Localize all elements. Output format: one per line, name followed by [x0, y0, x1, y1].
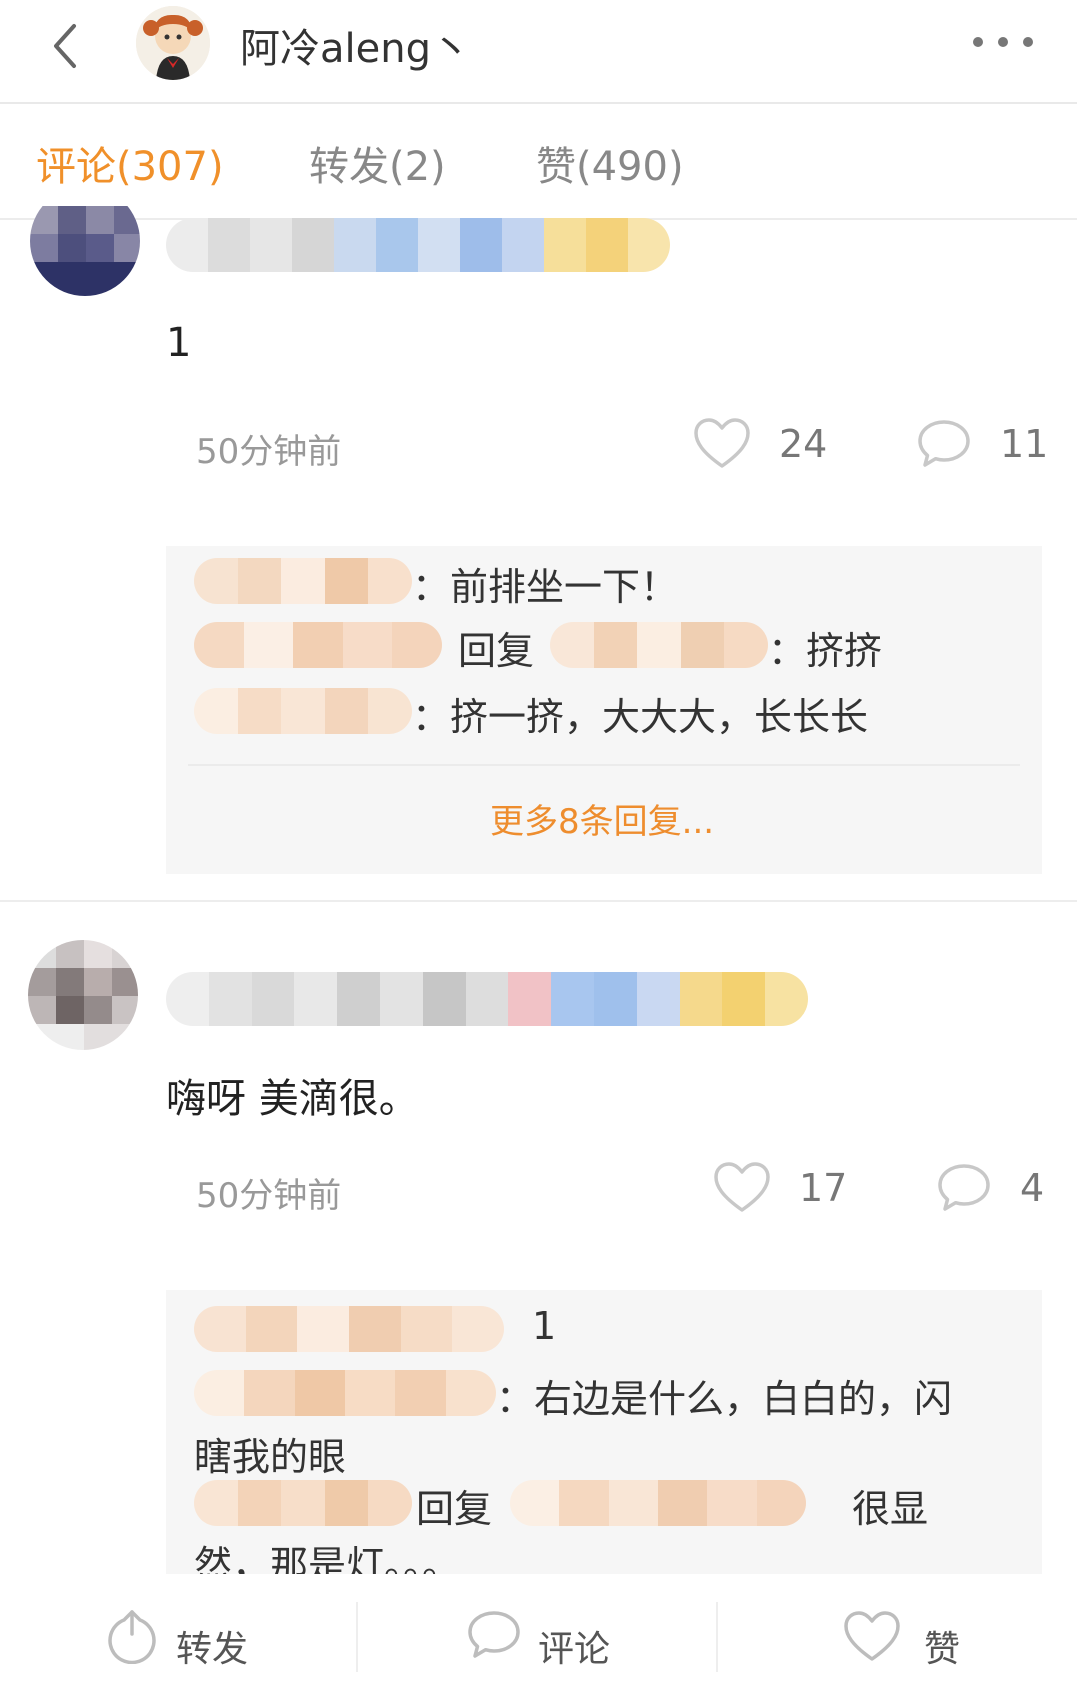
reply-target-blurred[interactable]	[510, 1480, 806, 1526]
comment-text: 嗨呀 美滴很。	[166, 1076, 419, 1122]
comment-button[interactable]: 评论	[466, 1608, 626, 1670]
tab-comments[interactable]: 评论(307)	[36, 134, 224, 192]
reply-username-blurred[interactable]	[194, 558, 412, 604]
reply-count: 4	[1020, 1166, 1045, 1210]
reply-username-blurred[interactable]	[194, 1370, 496, 1416]
comment-time: 50分钟前	[196, 432, 342, 472]
tab-reposts[interactable]: 转发(2)	[309, 134, 446, 192]
reply-divider	[188, 764, 1020, 766]
like-button[interactable]: 赞	[842, 1608, 982, 1670]
more-options-icon[interactable]	[970, 30, 1036, 54]
reply-username-blurred[interactable]	[194, 688, 412, 734]
reply-keyword: 回复	[458, 629, 535, 673]
reply-preview-box[interactable]: ：前排坐一下！ 回复 ：挤挤 ：挤一挤，大大大，长长长 更多8条回复...	[166, 546, 1042, 874]
repost-label: 转发	[176, 1629, 249, 1670]
user-avatar[interactable]	[136, 6, 210, 80]
heart-icon[interactable]	[692, 416, 752, 474]
tab-bar: 评论(307) 转发(2) 赞(490)	[0, 106, 1077, 220]
heart-icon[interactable]	[712, 1160, 772, 1218]
username-blurred[interactable]	[166, 218, 670, 272]
reply-username-blurred[interactable]	[194, 622, 442, 668]
repost-icon	[108, 1610, 156, 1664]
username-blurred[interactable]	[166, 972, 808, 1026]
comment-bubble-icon[interactable]	[936, 1162, 992, 1218]
top-bar: 阿冷aleng丶	[0, 0, 1077, 104]
reply-text: ：挤一挤，大大大，长长长	[412, 695, 869, 739]
like-heart-icon	[844, 1611, 900, 1661]
like-label: 赞	[924, 1629, 961, 1670]
repost-button[interactable]: 转发	[104, 1608, 264, 1670]
comment-label: 评论	[538, 1629, 611, 1670]
reply-text: 1	[532, 1304, 557, 1348]
bottom-action-bar: 转发 评论 赞	[0, 1574, 1077, 1701]
commenter-avatar[interactable]	[30, 186, 140, 296]
reply-text: 很显	[852, 1487, 929, 1531]
reply-text: ：前排坐一下！	[412, 565, 679, 609]
reply-text-continued: 瞎我的眼	[194, 1435, 347, 1479]
reply-text: ：右边是什么，白白的，闪	[496, 1377, 953, 1421]
reply-text: ：挤挤	[768, 629, 883, 673]
reply-username-blurred[interactable]	[194, 1480, 412, 1526]
back-arrow-icon[interactable]	[40, 18, 96, 74]
comment-time: 50分钟前	[196, 1176, 342, 1216]
comment-divider	[0, 900, 1077, 902]
comment-text: 1	[166, 320, 192, 366]
reply-target-blurred[interactable]	[550, 622, 768, 668]
comment-icon	[468, 1611, 520, 1658]
page-title: 阿冷aleng丶	[240, 26, 471, 72]
reply-count: 11	[1000, 422, 1049, 466]
comment-bubble-icon[interactable]	[916, 418, 972, 474]
reply-username-blurred[interactable]	[194, 1306, 504, 1352]
bottom-separator	[716, 1602, 718, 1672]
reply-preview-box[interactable]: 1 ：右边是什么，白白的，闪 瞎我的眼 回复 很显 然，那是灯。。。	[166, 1290, 1042, 1587]
like-count: 24	[779, 422, 828, 466]
commenter-avatar[interactable]	[28, 940, 138, 1050]
like-count: 17	[799, 1166, 848, 1210]
more-replies-link[interactable]: 更多8条回复...	[490, 794, 714, 843]
bottom-separator	[356, 1602, 358, 1672]
reply-keyword: 回复	[416, 1487, 493, 1531]
tab-likes[interactable]: 赞(490)	[536, 134, 684, 192]
